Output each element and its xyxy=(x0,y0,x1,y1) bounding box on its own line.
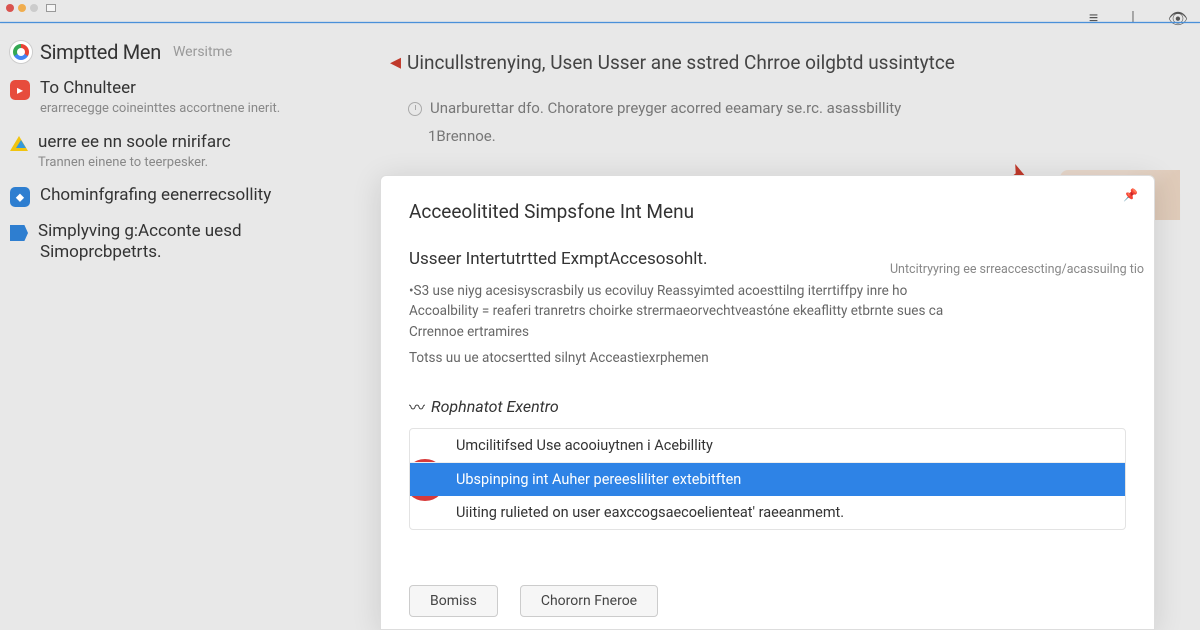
option-item-1[interactable]: Ubspinping int Auher pereesliliter exteb… xyxy=(410,463,1125,496)
sidebar-title: Simptted Men xyxy=(40,40,161,64)
title-separator xyxy=(0,22,1200,23)
dialog-body-line: •S3 use niyg acesisyscrasbily us ecovilu… xyxy=(409,281,969,342)
minimize-window-dot[interactable] xyxy=(18,4,26,12)
close-window-dot[interactable] xyxy=(6,4,14,12)
sidebar-item-title: To Chnulteer xyxy=(40,78,370,99)
back-chevron-icon[interactable]: ◂ xyxy=(390,50,401,75)
sidebar-item-1[interactable]: uerre ee nn soole rnirifarc Trannen eine… xyxy=(10,132,370,172)
sidebar-item-title: Simplyving g:Acconte uesd xyxy=(38,221,370,242)
sidebar-item-desc: erarrecegge coineinttes accortnene ineri… xyxy=(40,101,370,117)
dismiss-button[interactable]: Bomiss xyxy=(409,585,498,617)
titlebar-actions: ≡ ⟘ 👁 xyxy=(1089,8,1188,28)
sidebar-item-title: uerre ee nn soole rnirifarc xyxy=(38,132,370,153)
red-square-icon: ▸ xyxy=(10,80,30,100)
sidebar-item-title: Chominfgrafing eenerrecsollity xyxy=(40,185,370,206)
tag-icon xyxy=(10,225,28,241)
main-content: ◂ Uincullstrenying, Usen Usser ane sstre… xyxy=(390,50,1180,145)
chrome-icon xyxy=(10,41,32,63)
option-label: Uiiting rulieted on user eaxccogsaecoeli… xyxy=(456,504,844,521)
eye-icon[interactable]: 👁 xyxy=(1168,9,1188,28)
sidebar: Simptted Men Wersitme ▸ To Chnulteer era… xyxy=(0,30,370,264)
menu-lines-icon[interactable]: ≡ xyxy=(1089,8,1098,28)
shield-icon: ⬥ xyxy=(10,187,30,207)
option-label: Ubspinping int Auher pereesliliter exteb… xyxy=(456,471,741,488)
chrome-button[interactable]: Chororn Fneroe xyxy=(520,585,658,617)
dialog-section-title: 〰 Rophnatot Exentro xyxy=(409,394,1126,418)
settings-dialog: 📌 Acceeolitited Simpsfone Int Menu Ussee… xyxy=(380,175,1155,630)
swoosh-icon: 〰 xyxy=(409,394,425,418)
sidebar-item-2[interactable]: ⬥ Chominfgrafing eenerrecsollity xyxy=(10,185,370,207)
sidebar-heading: Simptted Men Wersitme xyxy=(10,40,370,64)
dialog-footer: Bomiss Chororn Fneroe xyxy=(409,585,658,617)
triangle-icon xyxy=(10,136,28,151)
maximize-window-dot[interactable] xyxy=(30,4,38,12)
sidebar-item-desc: Trannen einene to teerpesker. xyxy=(38,155,370,171)
option-item-0[interactable]: Umcilitifsed Use acooiuytnen i Acebillit… xyxy=(410,429,1125,463)
page-title: Uincullstrenying, Usen Usser ane sstred … xyxy=(407,51,955,74)
dialog-title: Acceeolitited Simpsfone Int Menu xyxy=(409,200,1126,223)
main-subtitle: Unarburettar dfo. Choratore preyger acor… xyxy=(430,99,901,117)
option-label: Umcilitifsed Use acooiuytnen i Acebillit… xyxy=(456,437,713,454)
window-box-icon xyxy=(46,4,56,12)
section-title-text: Rophnatot Exentro xyxy=(431,397,559,416)
option-item-2[interactable]: Uiiting rulieted on user eaxccogsaecoeli… xyxy=(410,496,1125,529)
main-subtitle-row: Unarburettar dfo. Choratore preyger acor… xyxy=(408,99,1180,117)
sidebar-item-0[interactable]: ▸ To Chnulteer erarrecegge coineinttes a… xyxy=(10,78,370,118)
sidebar-item-3[interactable]: Simplyving g:Acconte uesd xyxy=(10,221,370,242)
window-controls xyxy=(6,4,56,12)
dialog-body: •S3 use niyg acesisyscrasbily us ecovilu… xyxy=(409,281,969,368)
main-header: ◂ Uincullstrenying, Usen Usser ane sstre… xyxy=(390,50,1180,75)
dialog-side-note: Untcitryyring ee srreaccescting/acassuil… xyxy=(890,262,1144,278)
sidebar-subtitle: Wersitme xyxy=(173,44,232,60)
clock-icon xyxy=(408,102,422,116)
main-subtitle-2: 1Brennoe. xyxy=(428,127,1180,145)
dialog-body-line: Totss uu ue atocsertted silnyt Acceastie… xyxy=(409,348,969,368)
filter-icon[interactable]: ⟘ xyxy=(1128,8,1137,28)
pin-icon[interactable]: 📌 xyxy=(1123,188,1138,202)
sidebar-extra-line: Simoprcbpetrts. xyxy=(40,242,370,263)
option-list: Umcilitifsed Use acooiuytnen i Acebillit… xyxy=(409,428,1126,530)
